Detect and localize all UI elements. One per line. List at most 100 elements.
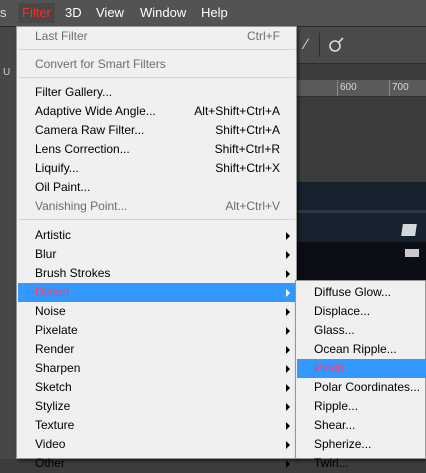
submenu-item-diffuse-glow[interactable]: Diffuse Glow...: [297, 283, 426, 302]
menu-item-label: Liquify...: [35, 161, 79, 175]
menu-item-camera-raw[interactable]: Camera Raw Filter... Shift+Ctrl+A: [18, 121, 296, 140]
submenu-arrow-icon: [286, 327, 290, 335]
menu-item-label: Last Filter: [35, 29, 88, 43]
submenu-arrow-icon: [286, 270, 290, 278]
submenu-arrow-icon: [286, 308, 290, 316]
menu-item-texture[interactable]: Texture: [18, 416, 296, 435]
submenu-item-pinch[interactable]: Pinch...: [297, 359, 426, 378]
menu-item-sketch[interactable]: Sketch: [18, 378, 296, 397]
shortcut: Shift+Ctrl+R: [214, 142, 280, 156]
menu-item-label: Vanishing Point...: [35, 199, 128, 213]
submenu-item-spherize[interactable]: Spherize...: [297, 435, 426, 454]
menu-separator: [19, 49, 295, 50]
brush-tool-icon[interactable]: ∕: [297, 36, 315, 54]
menu-item-noise[interactable]: Noise: [18, 302, 296, 321]
submenu-item-displace[interactable]: Displace...: [297, 302, 426, 321]
shortcut: Shift+Ctrl+A: [215, 123, 280, 137]
menu-item-distort[interactable]: Distort: [18, 283, 296, 302]
submenu-item-label: Twirl...: [314, 456, 349, 470]
submenu-item-label: Glass...: [314, 323, 355, 337]
menu-item-video[interactable]: Video: [18, 435, 296, 454]
submenu-item-twirl[interactable]: Twirl...: [297, 454, 426, 473]
menu-item-label: Lens Correction...: [35, 142, 130, 156]
menu-item-label: Texture: [35, 418, 75, 432]
menu-item-label: Stylize: [35, 399, 71, 413]
submenu-arrow-icon: [286, 384, 290, 392]
menu-item-label: Oil Paint...: [35, 180, 91, 194]
menu-bar: s Filter 3D View Window Help: [0, 0, 426, 27]
submenu-item-label: Diffuse Glow...: [314, 285, 392, 299]
menu-item-label: Noise: [35, 304, 66, 318]
menu-item-vanishing-point[interactable]: Vanishing Point... Alt+Ctrl+V: [18, 197, 296, 216]
menu-view[interactable]: View: [92, 3, 128, 23]
submenu-item-label: Ocean Ripple...: [314, 342, 397, 356]
toolbar-divider: [319, 33, 320, 57]
menu-filter[interactable]: Filter: [18, 3, 55, 23]
menu-item-adaptive-wide-angle[interactable]: Adaptive Wide Angle... Alt+Shift+Ctrl+A: [18, 102, 296, 121]
submenu-arrow-icon: [286, 422, 290, 430]
submenu-item-shear[interactable]: Shear...: [297, 416, 426, 435]
submenu-arrow-icon: [286, 403, 290, 411]
submenu-item-label: Displace...: [314, 304, 371, 318]
menu-item-convert-smart-filters[interactable]: Convert for Smart Filters: [18, 55, 296, 74]
submenu-item-label: Spherize...: [314, 437, 372, 451]
menu-item-oil-paint[interactable]: Oil Paint...: [18, 178, 296, 197]
ruler-tick: [389, 80, 390, 96]
submenu-arrow-icon: [286, 346, 290, 354]
menu-item-sharpen[interactable]: Sharpen: [18, 359, 296, 378]
distort-submenu: Diffuse Glow... Displace... Glass... Oce…: [295, 280, 426, 470]
menu-help[interactable]: Help: [197, 3, 232, 23]
menu-item-last-filter[interactable]: Last Filter Ctrl+F: [18, 27, 296, 46]
menu-select-partial[interactable]: s: [0, 3, 10, 23]
submenu-item-ocean-ripple[interactable]: Ocean Ripple...: [297, 340, 426, 359]
submenu-arrow-icon: [286, 289, 290, 297]
menu-item-blur[interactable]: Blur: [18, 245, 296, 264]
menu-item-artistic[interactable]: Artistic: [18, 226, 296, 245]
menu-item-label: Artistic: [35, 228, 71, 242]
menu-window[interactable]: Window: [136, 3, 190, 23]
submenu-arrow-icon: [286, 251, 290, 259]
submenu-item-ripple[interactable]: Ripple...: [297, 397, 426, 416]
submenu-arrow-icon: [286, 365, 290, 373]
menu-item-other[interactable]: Other: [18, 454, 296, 473]
submenu-item-label: Pinch...: [314, 361, 355, 375]
edge-label: U: [3, 67, 11, 78]
menu-item-render[interactable]: Render: [18, 340, 296, 359]
shortcut: Shift+Ctrl+X: [215, 161, 280, 175]
menu-item-label: Video: [35, 437, 66, 451]
menu-item-label: Blur: [35, 247, 57, 261]
filter-menu: Last Filter Ctrl+F Convert for Smart Fil…: [16, 26, 297, 470]
shortcut: Alt+Shift+Ctrl+A: [194, 104, 280, 118]
menu-item-label: Convert for Smart Filters: [35, 57, 166, 71]
menu-item-liquify[interactable]: Liquify... Shift+Ctrl+X: [18, 159, 296, 178]
menu-item-stylize[interactable]: Stylize: [18, 397, 296, 416]
menu-item-label: Camera Raw Filter...: [35, 123, 145, 137]
document-edge: U: [0, 27, 16, 459]
ruler-label-700: 700: [392, 82, 409, 93]
canvas-beam: [297, 210, 426, 213]
ruler-tick: [337, 80, 338, 96]
submenu-item-polar-coordinates[interactable]: Polar Coordinates...: [297, 378, 426, 397]
menu-item-label: Sketch: [35, 380, 72, 394]
menu-item-label: Distort: [35, 285, 70, 299]
airbrush-icon[interactable]: [327, 36, 345, 54]
shortcut: Alt+Ctrl+V: [225, 199, 280, 213]
menu-item-brush-strokes[interactable]: Brush Strokes: [18, 264, 296, 283]
submenu-item-label: Ripple...: [314, 399, 359, 413]
menu-item-label: Filter Gallery...: [35, 85, 113, 99]
menu-3d[interactable]: 3D: [61, 3, 86, 23]
menu-separator: [19, 77, 295, 78]
shortcut: Ctrl+F: [247, 29, 280, 43]
submenu-arrow-icon: [286, 441, 290, 449]
menu-item-pixelate[interactable]: Pixelate: [18, 321, 296, 340]
submenu-arrow-icon: [286, 232, 290, 240]
menu-item-filter-gallery[interactable]: Filter Gallery...: [18, 83, 296, 102]
menu-item-lens-correction[interactable]: Lens Correction... Shift+Ctrl+R: [18, 140, 296, 159]
menu-item-label: Pixelate: [35, 323, 78, 337]
menu-item-label: Adaptive Wide Angle...: [35, 104, 156, 118]
submenu-arrow-icon: [286, 460, 290, 468]
submenu-item-label: Polar Coordinates...: [314, 380, 421, 394]
options-bar: ∕: [297, 27, 426, 64]
canvas-light: [405, 249, 419, 257]
submenu-item-glass[interactable]: Glass...: [297, 321, 426, 340]
